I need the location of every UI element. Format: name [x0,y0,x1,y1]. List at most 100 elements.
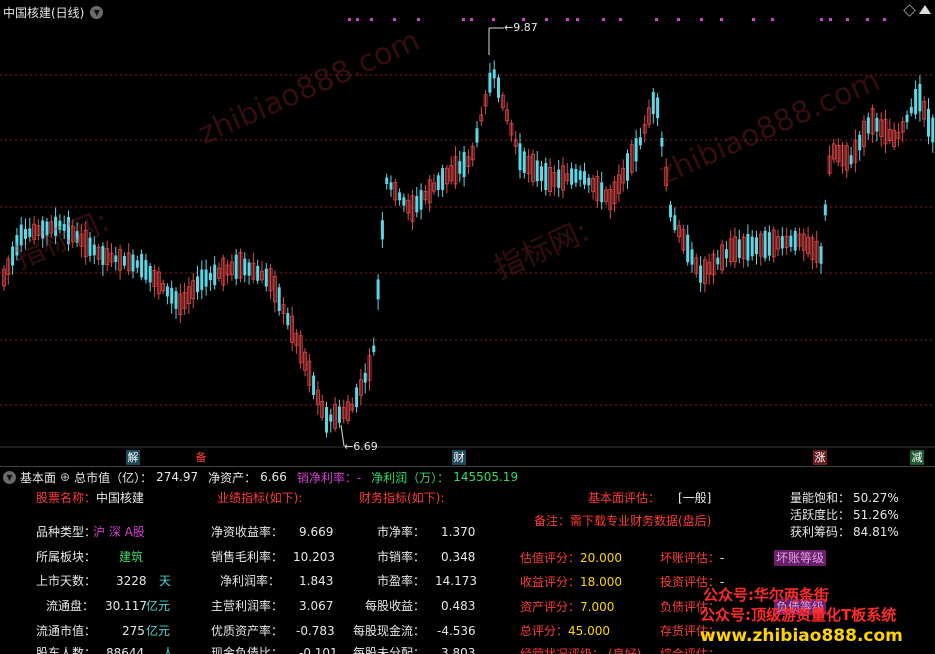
candle-body [441,167,445,190]
candle-body [497,77,500,98]
score-value: 45.000 [568,624,610,638]
candle-body [578,170,582,180]
candle-body [234,254,238,279]
candle-body [200,269,204,290]
assess-value: - [720,551,725,565]
candle-body [540,166,543,181]
candle-body [634,138,638,162]
candle-body [436,175,440,191]
signal-dot [545,18,548,21]
perf-value: -0.101 [299,646,338,654]
perf-value: 1.843 [299,574,334,588]
chevron-down-icon[interactable]: ▼ [90,5,104,19]
candle-body [699,265,703,283]
candle-body [325,407,328,433]
promo-url: www.zhibiao888.com [700,626,903,646]
perf-value: -0.783 [296,624,335,638]
perf-label: 销售毛利率： [211,550,284,564]
candle-body [574,168,578,183]
stat-value: 51.26% [853,508,899,522]
candle-body [656,97,660,119]
candlestick-chart-pane[interactable]: 中国核建(日线) ▼ ←9.87 ←6.69 解 备 财 涨 减 zhibiao… [0,0,935,587]
candle-body [286,313,290,326]
score-value: 18.000 [580,575,622,589]
pane-controls [903,4,931,17]
candle-body [858,134,862,151]
candle-body [626,153,629,181]
low-price-label: ←6.69 [344,440,378,453]
signal-dot [883,18,886,21]
candle-body [135,260,139,268]
candle-body [355,387,359,408]
candle-body [170,287,174,304]
fin-value: 0.348 [441,550,476,564]
candle-body [277,287,281,311]
bad-debt-tag: 坏账等级 [774,550,827,566]
low-price-value: 6.69 [353,440,378,453]
candle-body [372,345,376,353]
sector-label: 所属板块： [36,550,97,564]
assess-label: 综合评估： [660,647,721,654]
candle-body [24,228,27,239]
candle-body [243,258,247,276]
candle-body [458,161,462,174]
candle-body [522,151,526,173]
eval-label: 基本面评估： [588,491,661,505]
candle-body [931,117,935,143]
perf-value: 3.067 [299,599,334,613]
stock-name: 中国核建 [96,491,145,505]
fin-label: 市盈率： [377,574,426,588]
candle-body [131,254,135,272]
promo-line: 公众号:华尔两条街 [703,586,829,604]
candle-body [866,117,870,134]
panel-name[interactable]: 基本面 [20,469,56,486]
signal-marker: 解 [126,450,140,465]
candle-body [419,190,423,210]
candle-body [909,106,913,114]
signal-dot [619,18,622,21]
candle-body [789,235,793,247]
caret-up-icon[interactable] [919,5,931,14]
candle-body [329,414,333,422]
sector-value: 建筑 [119,550,144,564]
type-label: 品种类型： [36,525,97,539]
fundamentals-header: ▼ 基本面 ⊕ 总市值（亿）： 274.97 净资产： 6.66 销净利率：- … [0,469,518,485]
candle-body [724,249,728,259]
fin-value: -4.536 [437,624,476,638]
holders-label: 股东人数： [36,646,97,654]
signal-dot [752,18,755,21]
chevron-down-icon[interactable]: ▼ [3,470,16,484]
candle-body [256,265,260,281]
candle-body [204,269,208,287]
candle-body [600,182,604,203]
candle-body [122,255,126,266]
chart-title-bar: 中国核建(日线) ▼ [0,2,104,22]
candle-body [19,224,23,246]
float-shares-label: 流通盘： [46,599,95,613]
signal-dot [700,18,703,21]
candle-body [793,230,797,251]
high-price-value: 9.87 [513,21,538,34]
candle-body [114,255,118,262]
candle-body [196,276,199,293]
candle-body [686,234,690,263]
candle-body [492,69,496,79]
high-price-label: ←9.87 [504,21,538,34]
diamond-icon[interactable] [903,4,916,17]
listed-days-unit: 天 [159,574,172,588]
candle-body [247,262,251,276]
float-shares-unit: 亿元 [146,599,171,613]
signal-dot [393,18,396,21]
low-arrow: ← [344,440,354,453]
float-cap-unit: 亿元 [146,624,171,638]
score-label: 收益评分： [520,575,581,589]
net-assets-value: 6.66 [260,470,287,484]
signal-dot [771,18,774,21]
settings-icon[interactable]: ⊕ [60,470,70,484]
candlestick-chart[interactable] [0,0,935,466]
candle-body [716,257,720,265]
candle-body [651,92,655,115]
score-value: 7.000 [580,600,615,614]
float-shares-value: 30.117 [105,599,147,613]
candle-body [669,204,672,218]
